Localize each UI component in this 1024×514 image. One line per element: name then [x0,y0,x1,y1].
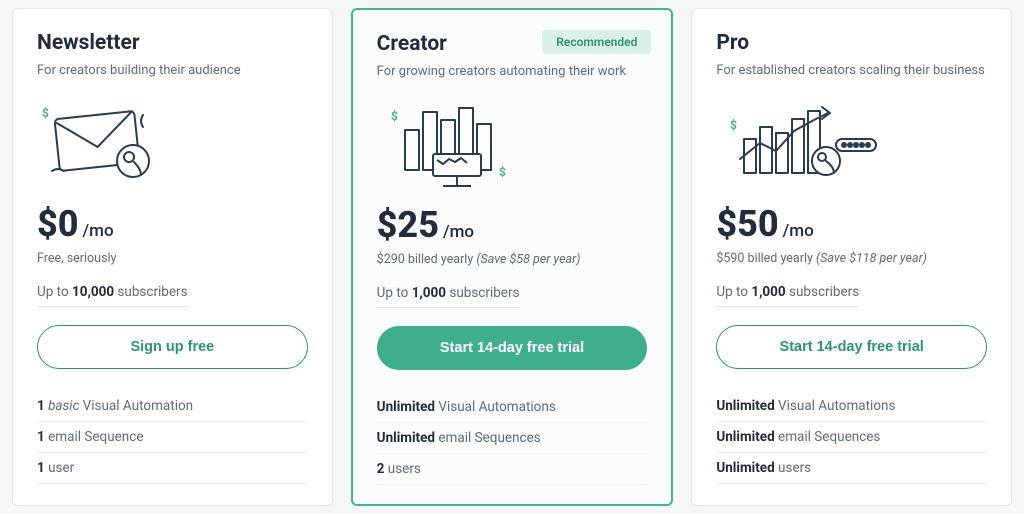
price-period: /mo [83,221,114,241]
bar-chart-icon: $ $ [377,93,648,198]
price-row: $50 /mo [716,203,987,245]
envelope-icon: $ [37,92,308,197]
svg-text:$: $ [730,118,737,132]
growth-chart-icon: $ [716,92,987,197]
feature-item: Unlimited email Sequences [716,422,987,453]
feature-item: Unlimited Visual Automations [716,391,987,422]
pricing-plans: Newsletter For creators building their a… [12,8,1012,506]
price-note: Free, seriously [37,251,308,266]
signup-free-button[interactable]: Sign up free [37,325,308,369]
svg-text:$: $ [499,165,506,179]
subscriber-limit: Up to 1,000 subscribers [716,284,859,307]
start-trial-button[interactable]: Start 14-day free trial [716,325,987,369]
feature-item: 1 user [37,453,308,484]
feature-item: Unlimited Visual Automations [377,392,648,423]
feature-list: 1 basic Visual Automation 1 email Sequen… [37,391,308,484]
recommended-badge: Recommended [542,30,651,54]
price-note: $590 billed yearly (Save $118 per year) [716,251,987,266]
feature-list: Unlimited Visual Automations Unlimited e… [716,391,987,484]
subscriber-limit: Up to 10,000 subscribers [37,284,188,307]
feature-item: Unlimited email Sequences [377,423,648,454]
feature-item: 1 basic Visual Automation [37,391,308,422]
price-period: /mo [443,222,474,242]
feature-item: Unlimited users [716,453,987,484]
plan-creator: Recommended Creator For growing creators… [351,8,674,506]
feature-item: 2 users [377,454,648,485]
price-amount: $25 [377,204,439,246]
feature-list: Unlimited Visual Automations Unlimited e… [377,392,648,485]
price-row: $0 /mo [37,203,308,245]
price-note: $290 billed yearly (Save $58 per year) [377,252,648,267]
svg-text:$: $ [391,109,398,123]
price-amount: $0 [37,203,79,245]
feature-item: 1 email Sequence [37,422,308,453]
price-row: $25 /mo [377,204,648,246]
price-period: /mo [783,221,814,241]
subscriber-limit: Up to 1,000 subscribers [377,285,520,308]
plan-title: Newsletter [37,31,308,55]
price-amount: $50 [716,203,778,245]
plan-subtitle: For established creators scaling their b… [716,63,987,78]
plan-subtitle: For growing creators automating their wo… [377,64,648,79]
plan-title: Pro [716,31,987,55]
plan-subtitle: For creators building their audience [37,63,308,78]
start-trial-button[interactable]: Start 14-day free trial [377,326,648,370]
plan-newsletter: Newsletter For creators building their a… [12,8,333,506]
svg-text:$: $ [42,106,49,120]
plan-pro: Pro For established creators scaling the… [691,8,1012,506]
